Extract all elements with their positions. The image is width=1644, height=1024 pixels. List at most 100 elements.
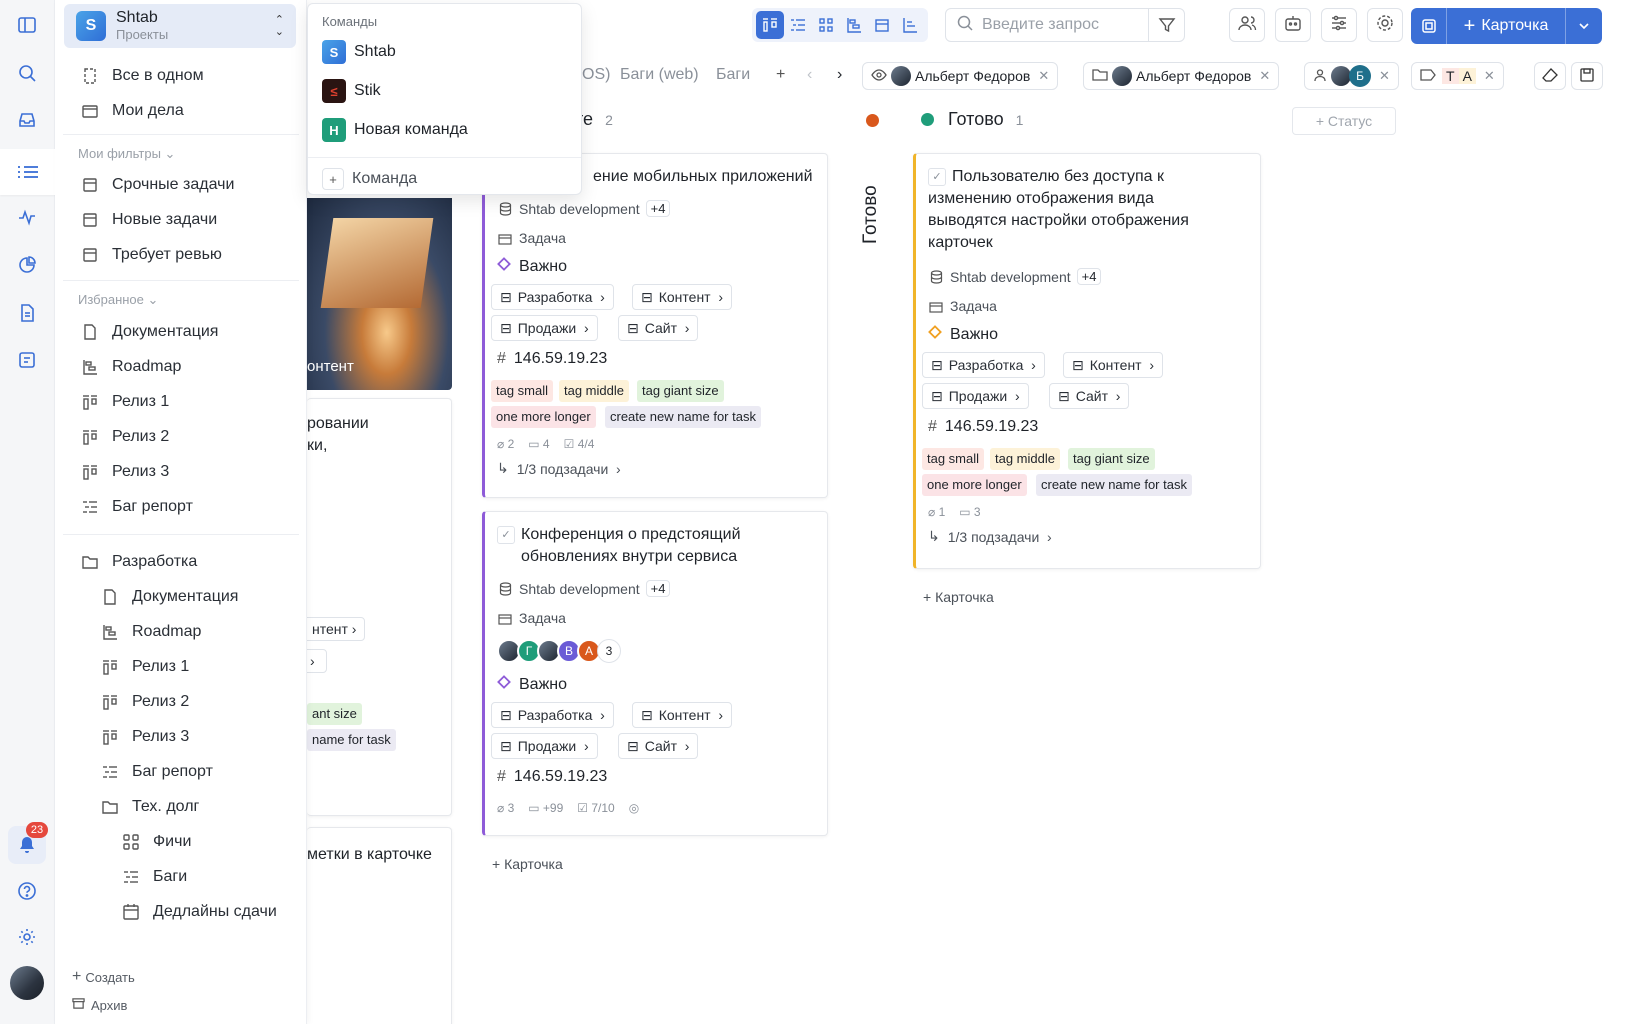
pill-development[interactable]: ⊟ Разработка › <box>491 284 614 310</box>
sidebar-subitem-release-1[interactable]: Релиз 1 <box>100 651 189 683</box>
pill-site[interactable]: ⊟ Сайт › <box>1049 383 1130 409</box>
pill-sales[interactable]: ⊟ Продажи › <box>491 315 598 341</box>
save-filters-button[interactable] <box>1571 62 1603 90</box>
sidebar-item-release-1[interactable]: Релиз 1 <box>80 386 169 418</box>
sidebar-subitem-bug-report[interactable]: Баг репорт <box>100 756 213 788</box>
create-button[interactable]: + Создать <box>72 968 135 986</box>
tab-bugs-web[interactable]: Баги (web) <box>620 66 699 84</box>
add-status-button[interactable]: + Статус <box>1292 107 1396 135</box>
sidebar-item-roadmap[interactable]: Roadmap <box>80 351 181 383</box>
clear-filters-button[interactable] <box>1534 62 1566 90</box>
settings-button[interactable] <box>1367 8 1403 42</box>
chevron-right-icon[interactable]: › <box>837 66 842 84</box>
pill-development[interactable]: ⊟ Разработка › <box>491 702 614 728</box>
add-card-button[interactable]: + Карточка <box>1411 8 1602 44</box>
archive-button[interactable]: Архив <box>72 997 127 1013</box>
tag-create[interactable]: create new name for task <box>605 406 761 428</box>
filter-chip-tags[interactable]: Т А ✕ <box>1411 62 1504 90</box>
help-icon[interactable] <box>10 874 44 908</box>
sidebar-subitem-release-3[interactable]: Релиз 3 <box>100 721 189 753</box>
tab-bugs[interactable]: Баги <box>716 66 750 84</box>
card-partial-2[interactable]: метки в карточке <box>307 827 452 1024</box>
team-item-shtab[interactable]: S Shtab <box>322 37 396 67</box>
add-card-main[interactable]: + Карточка <box>1447 8 1566 44</box>
sidebar-item-filter-review[interactable]: Требует ревью <box>80 239 222 271</box>
workspace-switcher[interactable]: S Shtab Проекты ⌃ ⌄ <box>64 4 296 48</box>
subtasks-toggle[interactable]: ↳ 1/3 подзадачи › <box>928 528 1052 545</box>
filter-chip-assignees[interactable]: Б ✕ <box>1304 62 1399 90</box>
sidebar-subitem-release-2[interactable]: Релиз 2 <box>100 686 189 718</box>
tag-giant[interactable]: tag giant size <box>1068 448 1155 470</box>
assignees[interactable]: Г В А 3 <box>497 639 621 663</box>
view-list-icon[interactable] <box>784 11 812 39</box>
sidebar-item-bug-report[interactable]: Баг репорт <box>80 491 193 523</box>
card-project[interactable]: Shtab development +4 <box>497 200 671 217</box>
pie-chart-icon[interactable] <box>10 248 44 282</box>
sidebar-item-release-2[interactable]: Релиз 2 <box>80 421 169 453</box>
tag-middle[interactable]: tag middle <box>559 380 629 402</box>
pill-content[interactable]: ⊟ Контент › <box>632 284 733 310</box>
tag-longer[interactable]: one more longer <box>491 406 596 428</box>
pill-content[interactable]: ⊟ Контент › <box>632 702 733 728</box>
collapsed-column-done[interactable]: Готово1 <box>858 157 882 256</box>
members-button[interactable] <box>1229 8 1265 42</box>
card-partial-1[interactable]: ровании ки, нтент › › ant size name for … <box>303 398 452 816</box>
add-card-column-2[interactable]: + Карточка <box>923 589 994 605</box>
filter-chip-watcher[interactable]: Альберт Федоров ✕ <box>862 62 1059 90</box>
chevron-down-icon[interactable] <box>1566 8 1602 44</box>
more-projects-badge[interactable]: +4 <box>645 200 671 217</box>
more-projects-badge[interactable]: +4 <box>645 580 671 597</box>
pill-content[interactable]: ⊟ Контент › <box>1063 352 1164 378</box>
view-gantt-icon[interactable] <box>840 11 868 39</box>
team-item-stik[interactable]: ≤ Stik <box>322 76 381 106</box>
report-icon[interactable] <box>10 343 44 377</box>
sidebar-item-my-tasks[interactable]: Мои дела <box>80 95 184 127</box>
sidebar-subitem-docs[interactable]: Документация <box>100 581 238 613</box>
pill-site[interactable]: ⊟ Сайт › <box>618 733 699 759</box>
add-card-column-1[interactable]: + Карточка <box>492 856 563 872</box>
filters-header[interactable]: Мои фильтры ⌄ <box>78 146 175 162</box>
close-icon[interactable]: ✕ <box>1379 68 1390 84</box>
card-priority[interactable]: Важно <box>497 257 567 276</box>
close-icon[interactable]: ✕ <box>1259 68 1270 84</box>
team-item-new[interactable]: Н Новая команда <box>322 115 468 145</box>
tag-small[interactable]: tag small <box>491 380 554 402</box>
subtasks-toggle[interactable]: ↳ 1/3 подзадачи › <box>497 460 621 477</box>
view-settings-button[interactable] <box>1321 8 1357 42</box>
document-icon[interactable] <box>10 296 44 330</box>
view-board-icon[interactable] <box>756 11 784 39</box>
tab-partial[interactable]: OS) <box>582 66 610 84</box>
activity-icon[interactable] <box>10 200 44 234</box>
card-template-icon[interactable] <box>1411 8 1447 44</box>
user-avatar[interactable] <box>10 966 44 1000</box>
card-project[interactable]: Shtab development +4 <box>928 268 1102 285</box>
inbox-icon[interactable] <box>10 103 44 137</box>
sidebar-item-all-in-one[interactable]: Все в одном <box>80 60 204 92</box>
view-grid-icon[interactable] <box>812 11 840 39</box>
sidebar-subfolder-tech-debt[interactable]: Тех. долг <box>100 791 199 823</box>
sidebar-item-release-3[interactable]: Релиз 3 <box>80 456 169 488</box>
sidebar-item-filter-new[interactable]: Новые задачи <box>80 204 217 236</box>
chevron-left-icon[interactable]: ‹ <box>807 66 812 84</box>
search-icon[interactable] <box>10 56 44 90</box>
checkbox-icon[interactable]: ✓ <box>497 526 515 544</box>
task-card-1[interactable]: ение мобильных приложений Shtab developm… <box>482 153 828 498</box>
panel-toggle-icon[interactable] <box>10 8 44 42</box>
tag-small[interactable]: tag small <box>922 448 985 470</box>
tag-giant[interactable]: tag giant size <box>637 380 724 402</box>
pill-sales[interactable]: ⊟ Продажи › <box>922 383 1029 409</box>
add-team-button[interactable]: + Команда <box>322 164 417 194</box>
sidebar-subitem-bugs[interactable]: Баги <box>121 861 187 893</box>
filter-icon[interactable] <box>1148 9 1184 41</box>
sidebar-item-docs[interactable]: Документация <box>80 316 218 348</box>
settings-icon[interactable] <box>10 920 44 954</box>
bot-button[interactable] <box>1275 8 1311 42</box>
card-partial-pill-content[interactable]: нтент › <box>303 617 366 641</box>
card-priority[interactable]: Важно <box>497 675 567 694</box>
add-tab-plus-icon[interactable]: + <box>776 66 785 84</box>
sidebar-subitem-roadmap[interactable]: Roadmap <box>100 616 201 648</box>
pill-sales[interactable]: ⊟ Продажи › <box>491 733 598 759</box>
card-priority[interactable]: Важно <box>928 325 998 344</box>
sidebar-subitem-deadlines[interactable]: Дедлайны сдачи <box>121 896 277 928</box>
sidebar-item-filter-urgent[interactable]: Срочные задачи <box>80 169 234 201</box>
